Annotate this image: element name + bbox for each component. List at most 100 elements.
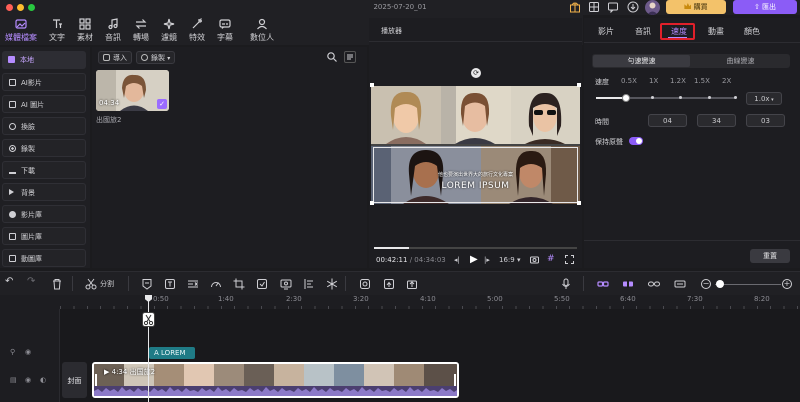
zoom-in-icon[interactable]: + bbox=[782, 279, 792, 289]
time-hours-input[interactable]: 04 bbox=[648, 114, 687, 127]
crop-icon[interactable] bbox=[233, 278, 245, 290]
grid-overlay-icon[interactable]: # bbox=[547, 254, 555, 264]
chat-icon[interactable] bbox=[607, 1, 619, 13]
sparkle-icon bbox=[163, 18, 175, 30]
search-icon[interactable] bbox=[326, 51, 338, 63]
resize-handle[interactable] bbox=[577, 83, 581, 87]
export-frame-icon[interactable] bbox=[383, 278, 395, 290]
track-lock-icon[interactable]: ⚲ bbox=[10, 348, 15, 356]
selection-box[interactable] bbox=[373, 147, 578, 203]
undo-icon[interactable]: ↶ bbox=[5, 276, 17, 288]
play-icon[interactable]: ▶ bbox=[470, 254, 478, 265]
gift-icon[interactable] bbox=[569, 1, 581, 13]
screen-record-icon[interactable] bbox=[280, 278, 292, 290]
clip-trim-handle-left[interactable] bbox=[95, 374, 97, 386]
split-label[interactable]: 分割 bbox=[100, 279, 114, 289]
tab-animation[interactable]: 動畫 bbox=[708, 26, 724, 37]
tab-color[interactable]: 顏色 bbox=[744, 26, 760, 37]
magnet-icon[interactable] bbox=[622, 278, 634, 290]
redo-icon[interactable]: ↷ bbox=[27, 276, 39, 288]
auto-cut-icon[interactable] bbox=[187, 278, 199, 290]
speed-gauge-icon[interactable] bbox=[210, 278, 222, 290]
upload-icon[interactable] bbox=[406, 278, 418, 290]
subtab-constant-speed[interactable]: 勻速變速 bbox=[593, 55, 690, 67]
record-dropdown[interactable]: 錄製 ▾ bbox=[136, 51, 176, 64]
fit-timeline-icon[interactable] bbox=[674, 278, 686, 290]
delete-icon[interactable] bbox=[51, 278, 63, 290]
tool-captions[interactable]: 字幕 bbox=[208, 17, 242, 44]
resize-handle[interactable] bbox=[370, 201, 374, 205]
track-visibility-icon[interactable]: ◉ bbox=[25, 376, 31, 384]
speed-slider-knob[interactable] bbox=[622, 94, 630, 102]
resize-handle[interactable] bbox=[577, 201, 581, 205]
buy-button[interactable]: 購買 bbox=[666, 0, 726, 14]
ruler-tick-label: 0:50 bbox=[153, 295, 169, 303]
text-icon bbox=[53, 19, 62, 28]
ai-tool-icon[interactable] bbox=[359, 278, 371, 290]
track-visibility-icon[interactable]: ◉ bbox=[25, 348, 31, 356]
import-button[interactable]: 導入 bbox=[98, 51, 132, 64]
clip-trim-handle-right[interactable] bbox=[454, 374, 456, 386]
subtab-curve-speed[interactable]: 曲線變速 bbox=[692, 55, 789, 67]
download-icon[interactable] bbox=[627, 1, 639, 13]
prev-frame-icon[interactable]: ◂| bbox=[454, 256, 460, 264]
sidebar-item-image-library[interactable]: 圖片庫 bbox=[2, 227, 86, 245]
grid-icon[interactable] bbox=[588, 1, 600, 13]
zoom-slider-knob[interactable] bbox=[716, 280, 724, 288]
text-box-icon[interactable] bbox=[164, 278, 176, 290]
tool-captions-label: 字幕 bbox=[217, 33, 233, 42]
sidebar-item-face-swap[interactable]: 換臉 bbox=[2, 117, 86, 135]
zoom-out-icon[interactable]: − bbox=[701, 279, 711, 289]
speed-mark: 0.5X bbox=[621, 77, 637, 85]
next-frame-icon[interactable]: |▸ bbox=[484, 256, 490, 264]
sidebar-item-ai-image[interactable]: AI 圖片 bbox=[2, 95, 86, 113]
aspect-ratio-dropdown[interactable]: 16:9 ▾ bbox=[499, 256, 520, 264]
time-minutes-input[interactable]: 34 bbox=[697, 114, 736, 127]
marker-icon[interactable] bbox=[141, 278, 153, 290]
sidebar-item-video-library[interactable]: 影片庫 bbox=[2, 205, 86, 223]
keep-pitch-label: 保持原聲 bbox=[595, 138, 623, 146]
export-button[interactable]: ⇧ 匯出 bbox=[733, 0, 797, 14]
track-mute-icon[interactable]: ◐ bbox=[40, 376, 46, 384]
track-lock-icon[interactable]: ▤ bbox=[10, 376, 17, 384]
align-icon[interactable] bbox=[303, 278, 315, 290]
rotate-handle-icon[interactable]: ⟳ bbox=[471, 68, 481, 78]
sidebar-item-download[interactable]: 下載 bbox=[2, 161, 86, 179]
keep-pitch-toggle[interactable] bbox=[629, 137, 643, 145]
sort-icon[interactable] bbox=[344, 51, 356, 63]
link-icon[interactable] bbox=[648, 278, 660, 290]
avatar[interactable] bbox=[645, 0, 660, 15]
speed-slider-track[interactable] bbox=[596, 96, 737, 99]
sidebar-item-background[interactable]: 背景 bbox=[2, 183, 86, 201]
reset-button[interactable]: 重置 bbox=[750, 249, 790, 263]
zoom-slider-track[interactable] bbox=[715, 284, 781, 285]
media-clip-thumbnail[interactable]: 04:34 ✓ bbox=[96, 70, 169, 111]
sidebar-item-local[interactable]: 本地 bbox=[2, 51, 86, 69]
playback-progress-track[interactable] bbox=[374, 247, 577, 249]
text-clip[interactable]: A LOREM bbox=[149, 347, 195, 359]
timeline-ruler[interactable]: 0:50 1:40 2:30 3:20 4:10 5:00 5:50 6:40 … bbox=[0, 295, 800, 309]
timeline-toolbar: ↶ ↷ 分割 − + bbox=[0, 271, 800, 295]
cover-button[interactable]: 封面 bbox=[62, 362, 87, 398]
fullscreen-icon[interactable] bbox=[565, 255, 574, 264]
tool-digital-avatar[interactable]: 數位人 bbox=[242, 17, 282, 44]
split-scissors-icon[interactable] bbox=[142, 312, 155, 327]
snap-link-icon[interactable] bbox=[597, 278, 609, 290]
snapshot-camera-icon[interactable] bbox=[530, 255, 539, 264]
sidebar-item-ai-video[interactable]: AI影片 bbox=[2, 73, 86, 91]
tool-media[interactable]: 媒體檔案 bbox=[1, 17, 41, 44]
tab-video[interactable]: 影片 bbox=[598, 26, 614, 37]
freeze-snowflake-icon[interactable] bbox=[326, 278, 338, 290]
tab-speed[interactable]: 速度 bbox=[671, 26, 687, 37]
time-seconds-input[interactable]: 03 bbox=[746, 114, 785, 127]
tab-audio[interactable]: 音訊 bbox=[635, 26, 651, 37]
playback-progress-fill bbox=[374, 247, 409, 249]
freeze-frame-icon[interactable] bbox=[256, 278, 268, 290]
media-icon bbox=[15, 19, 27, 29]
speed-value-dropdown[interactable]: 1.0x ▾ bbox=[746, 92, 782, 105]
scissors-icon[interactable] bbox=[85, 278, 97, 290]
microphone-icon[interactable] bbox=[560, 278, 572, 290]
sidebar-item-gif-library[interactable]: 動圖庫 bbox=[2, 249, 86, 267]
sidebar-item-record[interactable]: 錄製 bbox=[2, 139, 86, 157]
resize-handle[interactable] bbox=[370, 83, 374, 87]
